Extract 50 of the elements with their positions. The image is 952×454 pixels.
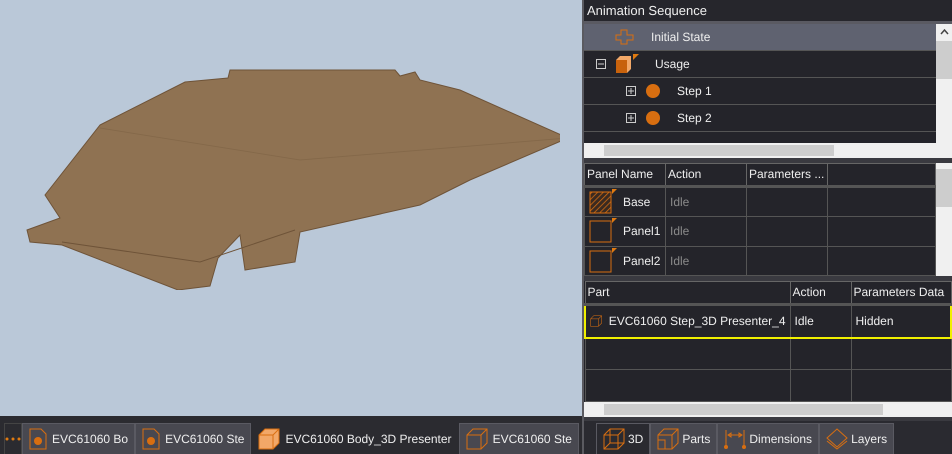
cube-icon	[615, 54, 639, 74]
horizontal-scrollbar[interactable]	[584, 143, 952, 158]
tree-item[interactable]: Step 2	[584, 105, 936, 132]
column-header[interactable]: Parameters ...	[746, 164, 828, 186]
table-cell: Idle	[790, 304, 851, 338]
table-cell: Base	[589, 189, 661, 216]
cross-shape-icon	[615, 29, 635, 45]
tree-item[interactable]: Step 1	[584, 78, 936, 105]
expand-icon[interactable]	[626, 86, 637, 96]
document-tab[interactable]: EVC61060 Ste	[458, 423, 579, 454]
view-tab[interactable]: Layers	[819, 423, 894, 454]
layers-icon	[826, 428, 848, 450]
table-cell: Hidden	[851, 304, 951, 338]
cube-icon	[466, 428, 488, 450]
panel-icon	[589, 189, 617, 216]
document-tab[interactable]: EVC61060 Bo	[22, 423, 136, 454]
column-header[interactable]: Parameters Data	[851, 282, 951, 304]
circle-icon	[645, 110, 661, 126]
table-cell: Idle	[666, 216, 746, 246]
column-header[interactable]: Action	[790, 282, 851, 304]
table-cell: Panel2	[589, 248, 661, 274]
table-cell: Panel1	[589, 218, 661, 244]
document-icon	[142, 428, 160, 450]
column-header[interactable]: Part	[585, 282, 790, 304]
column-header[interactable]: Panel Name	[584, 164, 666, 186]
table-cell: Idle	[666, 186, 746, 217]
vertical-scrollbar[interactable]	[936, 163, 952, 276]
document-icon	[29, 428, 47, 450]
document-tab[interactable]: EVC61060 Ste	[135, 423, 252, 454]
vertical-scrollbar[interactable]	[936, 24, 952, 143]
panel-icon	[589, 218, 617, 244]
expand-icon[interactable]	[626, 112, 637, 124]
view-tab[interactable]: Parts	[650, 423, 718, 454]
view-tab[interactable]: 3D	[596, 423, 650, 454]
wireframe-cube-icon	[603, 428, 625, 450]
view-tab[interactable]: Dimensions	[717, 423, 820, 454]
cube-icon	[657, 428, 680, 450]
collapse-icon[interactable]	[596, 58, 607, 70]
column-header[interactable]: Action	[666, 164, 746, 186]
horizontal-scrollbar[interactable]	[584, 402, 952, 417]
cube-icon	[258, 428, 280, 450]
circle-icon	[645, 83, 661, 99]
tree-item[interactable]: Initial State	[584, 24, 936, 51]
dimension-icon	[724, 428, 746, 450]
panel-icon	[589, 248, 617, 274]
scroll-up-icon[interactable]	[940, 29, 948, 35]
3d-viewport[interactable]	[0, 0, 582, 416]
table-cell: EVC61060 Step_3D Presenter_4	[590, 309, 786, 334]
tree-item[interactable]: Usage	[584, 51, 936, 78]
more-icon	[5, 437, 21, 441]
